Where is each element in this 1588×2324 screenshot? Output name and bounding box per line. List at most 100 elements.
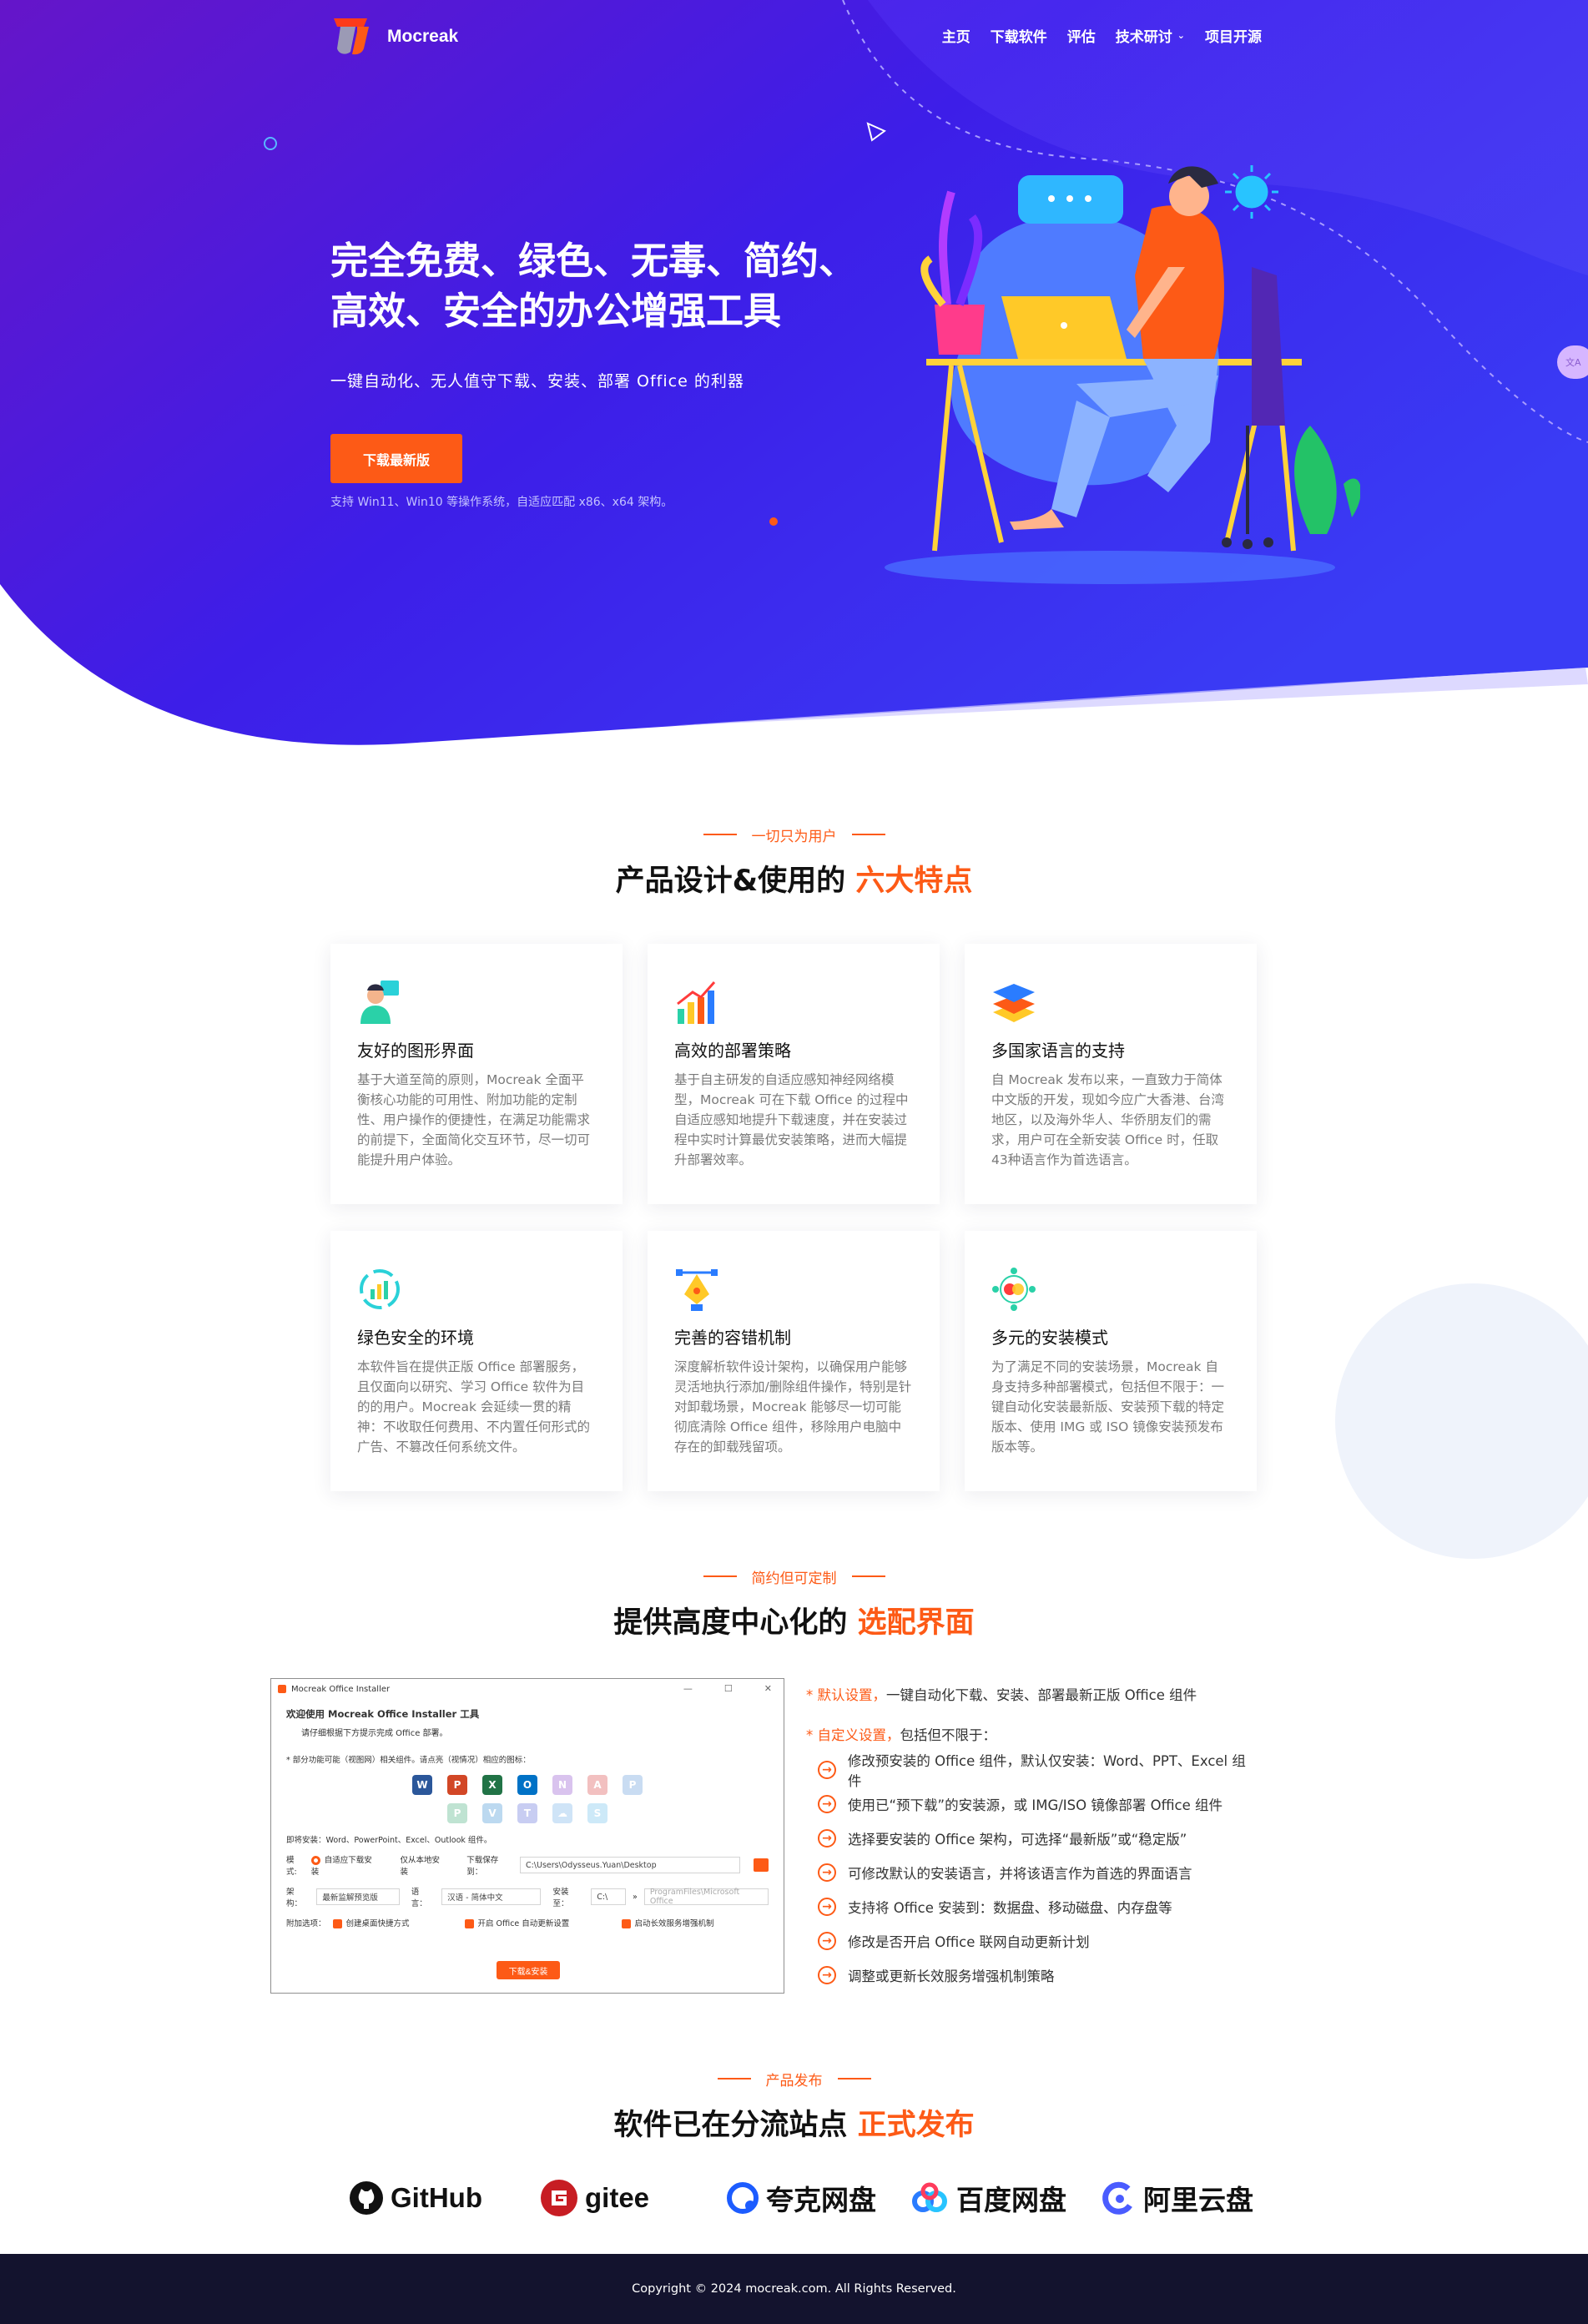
mode-auto-radio[interactable]: 自适应下载安装: [310, 1853, 379, 1877]
brand-logo[interactable]: Mocreak: [330, 15, 458, 58]
feature-desc: 本软件旨在提供正版 Office 部署服务，且仅面向以研究、学习 Office …: [357, 1359, 591, 1454]
path-arrow-icon: »: [633, 1892, 638, 1902]
list-item-text: 支持将 Office 安装到：数据盘、移动磁盘、内存盘等: [848, 1899, 1172, 1916]
access-icon[interactable]: A: [587, 1775, 607, 1795]
baidu-pan-icon: [912, 2182, 947, 2212]
arch-label: 架构：: [286, 1888, 303, 1908]
arrow-right-icon: →: [818, 1863, 836, 1882]
platform-quark[interactable]: 夸克网盘: [726, 2173, 876, 2223]
nav-item-download[interactable]: 下载软件: [991, 25, 1047, 46]
chart-growth-icon: [677, 981, 716, 1024]
component-note: * 部分功能可能（视图网）相关组件。请点亮（视情况）相应的图标：: [286, 1756, 531, 1765]
list-item-text: 选择要安装的 Office 架构，可选择“最新版”或“稳定版”: [848, 1831, 1187, 1848]
divider: [703, 834, 737, 835]
app-icon: [278, 1685, 286, 1693]
radio-checked-icon: [310, 1856, 320, 1865]
list-item-text: 修改预安装的 Office 组件，默认仅安装：Word、PPT、Excel 组件: [847, 1752, 1246, 1789]
download-install-button[interactable]: 下载&安装: [497, 1961, 560, 1979]
download-latest-button[interactable]: 下载最新版: [330, 434, 462, 483]
nav-item-review[interactable]: 评估: [1067, 25, 1096, 46]
translate-float-button[interactable]: 文A: [1557, 345, 1588, 379]
feature-card: 多国家语言的支持 自 Mocreak 发布以来，一直致力于简体中文版的开发，现如…: [965, 944, 1257, 1204]
lang-select[interactable]: 汉语 - 简体中文: [441, 1888, 542, 1905]
opt-service-checkbox[interactable]: 启动长效服务增强机制: [621, 1917, 714, 1928]
onedrive-icon[interactable]: ☁: [552, 1803, 572, 1823]
customization-list: * 默认设置，一键自动化下载、安装、部署最新正版 Office 组件 * 自定义…: [806, 1684, 1257, 1992]
word-icon[interactable]: W: [412, 1775, 432, 1795]
default-setting: * 默认设置，一键自动化下载、安装、部署最新正版 Office 组件: [806, 1684, 1257, 1704]
checkbox-checked-icon: [621, 1919, 631, 1928]
arrow-right-icon: →: [818, 1965, 836, 1984]
hero-subtitle: 一键自动化、无人值守下载、安装、部署 Office 的利器: [330, 372, 744, 391]
list-item: → 支持将 Office 安装到：数据盘、移动磁盘、内存盘等: [818, 1889, 1257, 1923]
layers-icon: [993, 984, 1035, 1022]
release-title: 软件已在分流站点 正式发布: [0, 2101, 1588, 2144]
selected-components: 即将安装：Word、PowerPoint、Excel、Outlook 组件。: [286, 1836, 492, 1845]
hero-title-line2: 高效、安全的办公增强工具: [330, 289, 782, 333]
platform-name: 百度网盘: [956, 2184, 1066, 2216]
publisher-icon[interactable]: P: [623, 1775, 643, 1795]
opt1-label: 创建桌面快捷方式: [345, 1919, 410, 1928]
close-icon[interactable]: ✕: [764, 1683, 772, 1694]
divider: [717, 2078, 751, 2080]
platform-baidu[interactable]: 百度网盘: [910, 2173, 1066, 2223]
features-eyebrow-text: 一切只为用户: [751, 828, 837, 845]
feature-card: 完善的容错机制 深度解析软件设计架构，以确保用户能够灵活地执行添加/删除组件操作…: [648, 1231, 940, 1491]
onenote-icon[interactable]: N: [552, 1775, 572, 1795]
features-title-text: 产品设计&使用的: [615, 864, 846, 898]
installer-window-screenshot: Mocreak Office Installer — ☐ ✕ 欢迎使用 Mocrea…: [270, 1678, 784, 1994]
folder-icon[interactable]: [754, 1858, 769, 1872]
list-item: → 修改是否开启 Office 联网自动更新计划: [818, 1923, 1257, 1958]
save-path-input[interactable]: C:\Users\Odysseus.Yuan\Desktop: [519, 1857, 741, 1873]
minimize-icon[interactable]: —: [683, 1683, 693, 1694]
platform-github[interactable]: GitHub: [349, 2173, 482, 2223]
nav-item-home[interactable]: 主页: [942, 25, 970, 46]
arch-select[interactable]: 最新监解预览版: [316, 1888, 400, 1905]
copyright-text: Copyright © 2024 mocreak.com. All Rights…: [632, 2282, 956, 2296]
github-icon: [350, 2181, 383, 2215]
release-title-highlight: 正式发布: [857, 2108, 975, 2142]
install-drive-select[interactable]: C:\: [591, 1888, 627, 1905]
nav-item-opensource[interactable]: 项目开源: [1205, 25, 1262, 46]
list-item-text: 可修改默认的安装语言，并将该语言作为首选的界面语言: [848, 1865, 1192, 1882]
mocreak-logo-icon: [334, 18, 369, 55]
interface-eyebrow-text: 简约但可定制: [751, 1570, 837, 1587]
top-navbar: Mocreak 主页 下载软件 评估 技术研讨 ⌄ 项目开源: [330, 13, 1262, 60]
save-label: 下载保存到：: [466, 1856, 499, 1877]
maximize-icon[interactable]: ☐: [724, 1683, 733, 1694]
platform-links: GitHub gitee 夸克网盘 百度网盘 阿里云盘: [342, 2173, 1260, 2223]
hero-note: 支持 Win11、Win10 等操作系统，自适应匹配 x86、x64 架构。: [330, 496, 673, 509]
platform-aliyun[interactable]: 阿里云盘: [1102, 2173, 1253, 2223]
excel-icon[interactable]: X: [482, 1775, 502, 1795]
feature-title: 友好的图形界面: [357, 1041, 474, 1061]
mode-local-radio[interactable]: 仅从本地安装: [400, 1853, 446, 1877]
component-icons: W P X O N A P: [286, 1775, 769, 1795]
platform-gitee[interactable]: gitee: [540, 2173, 649, 2223]
features-eyebrow: 一切只为用户: [688, 824, 900, 845]
opt3-label: 启动长效服务增强机制: [634, 1919, 714, 1928]
outlook-icon[interactable]: O: [517, 1775, 537, 1795]
feature-title: 绿色安全的环境: [357, 1328, 474, 1348]
mode-label: 模式:: [286, 1856, 297, 1877]
hero-illustration: [885, 165, 1360, 584]
list-item-text: 调整或更新长效服务增强机制策略: [848, 1968, 1055, 1984]
nav-item-tech-label: 技术研讨: [1115, 29, 1172, 46]
powerpoint-icon[interactable]: P: [447, 1775, 467, 1795]
extra-label: 附加选项：: [286, 1919, 326, 1928]
hero-title: 完全免费、绿色、无毒、简约、 高效、安全的办公增强工具: [330, 236, 865, 336]
teams-icon[interactable]: T: [517, 1803, 537, 1823]
release-eyebrow-text: 产品发布: [765, 2072, 823, 2090]
opt-autoupdate-checkbox[interactable]: 开启 Office 自动更新设置: [464, 1917, 615, 1928]
footer: Copyright © 2024 mocreak.com. All Rights…: [0, 2254, 1588, 2324]
skype-icon[interactable]: S: [587, 1803, 607, 1823]
feature-card: 绿色安全的环境 本软件旨在提供正版 Office 部署服务，且仅面向以研究、学习…: [330, 1231, 623, 1491]
visio-icon[interactable]: V: [482, 1803, 502, 1823]
project-icon[interactable]: P: [447, 1803, 467, 1823]
list-item: → 可修改默认的安装语言，并将该语言作为首选的界面语言: [818, 1855, 1257, 1889]
window-heading: 欢迎使用 Mocreak Office Installer 工具: [286, 1708, 480, 1720]
feature-card: 高效的部署策略 基于自主研发的自适应感知神经网络模型，Mocreak 可在下载 …: [648, 944, 940, 1204]
install-path-input[interactable]: ProgramFiles\Microsoft Office: [643, 1888, 769, 1906]
interface-title-highlight: 选配界面: [857, 1606, 975, 1640]
opt-shortcut-checkbox[interactable]: 创建桌面快捷方式: [332, 1917, 458, 1928]
nav-item-tech[interactable]: 技术研讨 ⌄: [1116, 25, 1185, 46]
